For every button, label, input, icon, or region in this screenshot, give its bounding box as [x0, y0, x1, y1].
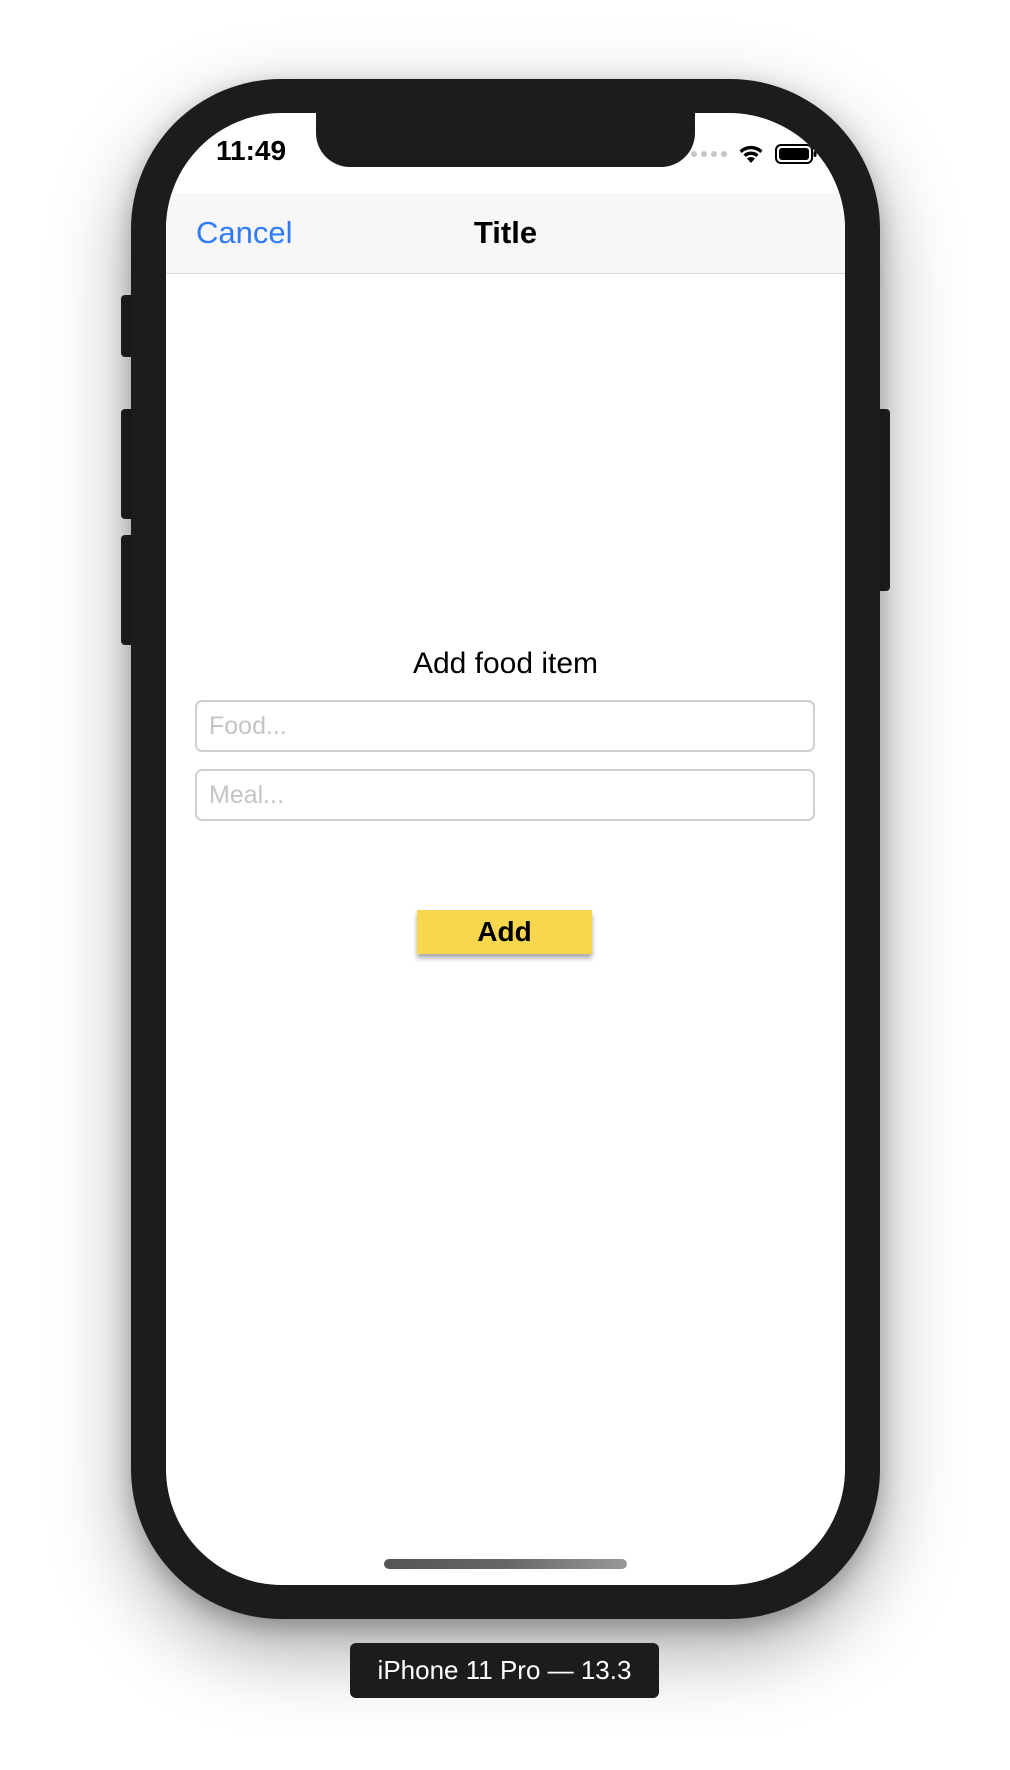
food-input[interactable]: [195, 700, 815, 752]
form-heading: Add food item: [412, 647, 599, 680]
add-button[interactable]: Add: [417, 910, 592, 954]
status-icons: [691, 143, 817, 165]
wifi-icon: [739, 145, 763, 163]
simulator-stage: 11:49 Title Cancel Add food item Ad: [0, 0, 1010, 1770]
device-label: iPhone 11 Pro — 13.3: [350, 1643, 659, 1698]
navigation-bar: Title Cancel: [166, 193, 845, 274]
status-time: 11:49: [216, 135, 287, 166]
notch: [316, 113, 695, 167]
cancel-button[interactable]: Cancel: [196, 215, 293, 251]
signal-dots-icon: [691, 151, 727, 157]
home-indicator[interactable]: [384, 1559, 627, 1569]
battery-icon: [775, 144, 817, 164]
meal-input[interactable]: [195, 769, 815, 821]
device-screen: 11:49 Title Cancel Add food item Ad: [166, 113, 845, 1585]
